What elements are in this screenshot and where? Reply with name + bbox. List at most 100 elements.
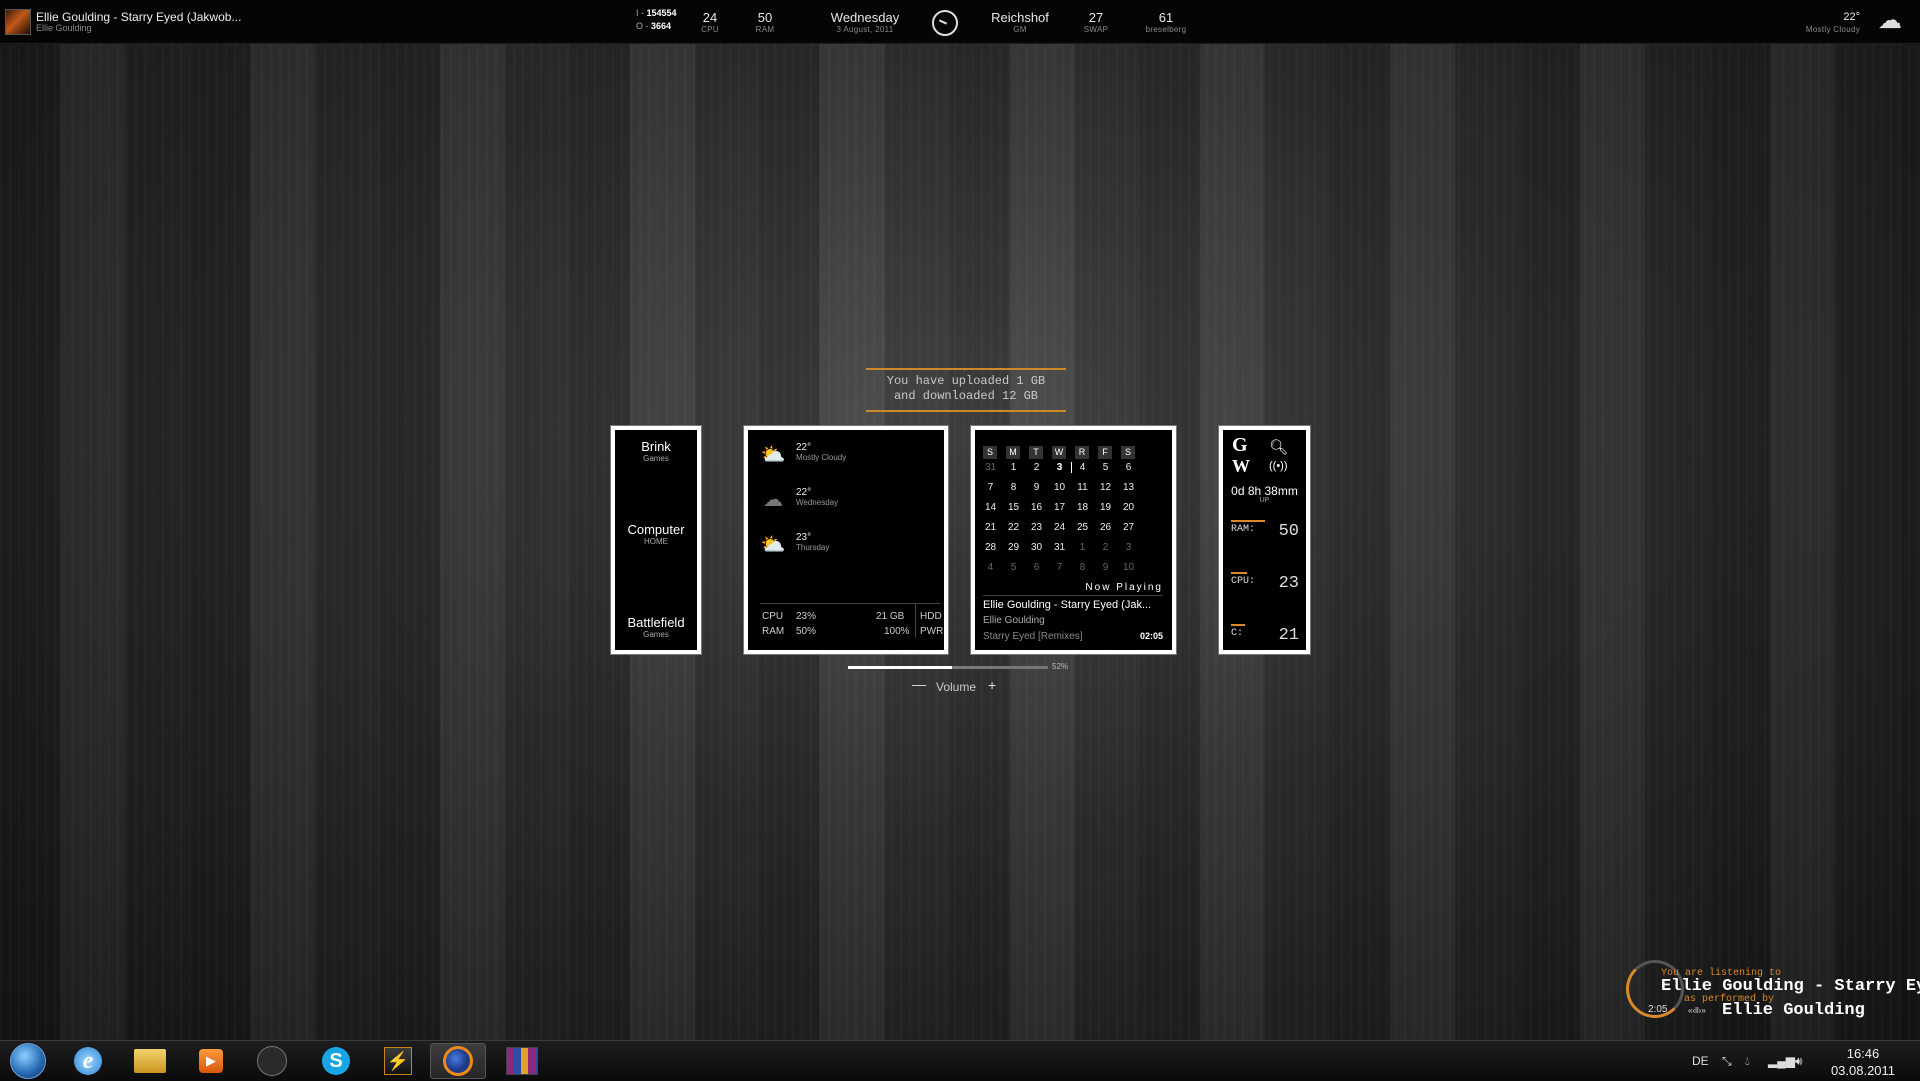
calendar-day[interactable]: 25 xyxy=(1071,522,1094,533)
now-playing-artist: Ellie Goulding xyxy=(983,615,1045,626)
start-button[interactable] xyxy=(0,1043,56,1079)
taskbar-media-player[interactable]: ▶ xyxy=(183,1043,239,1079)
cpu-label: CPU xyxy=(762,611,784,622)
calendar-day[interactable]: 31 xyxy=(979,462,1002,473)
network-signal-icon[interactable]: ▂▄▆ xyxy=(1768,1054,1795,1068)
system-stats: CPU 23% RAM 50% 21 GB 100% HDD PWR xyxy=(760,603,943,638)
tray-clock[interactable]: 16:46 03.08.2011 xyxy=(1818,1045,1908,1079)
calendar-day[interactable]: 3 xyxy=(1048,462,1072,473)
calendar-day[interactable]: 7 xyxy=(979,482,1002,493)
topbar-location: 61 breselberg xyxy=(1140,10,1192,35)
launcher-computer[interactable]: Computer HOME xyxy=(615,523,697,547)
user-sub: GM xyxy=(1013,25,1027,34)
taskbar-winamp[interactable]: ⚡ xyxy=(370,1043,426,1079)
calendar-day[interactable]: 18 xyxy=(1071,502,1094,513)
search-icon[interactable]: 🔍︎ xyxy=(1269,438,1288,456)
taskbar-skype[interactable]: S xyxy=(308,1043,364,1079)
calendar-day[interactable]: 28 xyxy=(979,542,1002,553)
calendar-day[interactable]: 24 xyxy=(1048,522,1071,533)
taskbar-steam[interactable] xyxy=(244,1043,300,1079)
calendar-day[interactable]: 5 xyxy=(1002,562,1025,573)
calendar-day[interactable]: 5 xyxy=(1094,462,1117,473)
calendar-day[interactable]: 14 xyxy=(979,502,1002,513)
network-traffic: I - 154554 O - 3664 xyxy=(636,7,677,33)
calendar-day[interactable]: 20 xyxy=(1117,502,1140,513)
topbar-weather: 22° Mostly Cloudy xyxy=(1806,10,1860,35)
calendar-day[interactable]: 8 xyxy=(1071,562,1094,573)
sysmon-panel: G 🔍︎ W ((•)) 0d 8h 38mm UP RAM: 50 CPU: … xyxy=(1219,426,1310,654)
calendar-day[interactable]: 26 xyxy=(1094,522,1117,533)
folder-icon xyxy=(134,1049,166,1073)
calendar-day[interactable]: 17 xyxy=(1048,502,1071,513)
calendar-day[interactable]: 2 xyxy=(1025,462,1048,473)
calendar-day[interactable]: 9 xyxy=(1094,562,1117,573)
calendar-day[interactable]: 23 xyxy=(1025,522,1048,533)
now-playing-header: Now Playing xyxy=(1085,582,1163,593)
net-in-value: 154554 xyxy=(646,8,677,18)
calendar-day[interactable]: 6 xyxy=(1117,462,1140,473)
topbar-user: Reichshof GM xyxy=(980,10,1060,35)
drop-icon[interactable]: 💧︎ xyxy=(1745,1054,1750,1069)
volume-slider[interactable] xyxy=(848,666,1048,669)
calendar-day[interactable]: 7 xyxy=(1048,562,1071,573)
calendar-day[interactable]: 21 xyxy=(979,522,1002,533)
arrow-icon[interactable]: ⤡ xyxy=(1722,1054,1732,1069)
now-playing-album: Starry Eyed [Remixes] xyxy=(983,631,1083,642)
calendar-day[interactable]: 2 xyxy=(1094,542,1117,553)
weather-desc: Mostly Cloudy xyxy=(1805,25,1860,34)
wikipedia-icon[interactable]: W xyxy=(1232,456,1250,477)
calendar-day[interactable]: 12 xyxy=(1094,482,1117,493)
cloud-icon: ☁ xyxy=(1878,7,1902,34)
volume-up-button[interactable]: + xyxy=(988,677,996,693)
pwr-value: 100% xyxy=(884,626,910,637)
calendar-day[interactable]: 3 xyxy=(1117,542,1140,553)
taskbar-file-explorer[interactable] xyxy=(122,1043,178,1079)
language-indicator[interactable]: DE xyxy=(1692,1054,1709,1068)
calendar-day[interactable]: 22 xyxy=(1002,522,1025,533)
launcher-battlefield[interactable]: Battlefield Games xyxy=(615,616,697,640)
volume-percent: 52% xyxy=(1052,662,1069,671)
speaker-icon[interactable]: 🔊︎ xyxy=(1795,1054,1803,1069)
album-art[interactable] xyxy=(5,9,31,35)
volume-fill xyxy=(848,666,952,669)
calendar-day[interactable]: 11 xyxy=(1071,482,1094,493)
weekday-header: M xyxy=(1006,446,1020,459)
calendar-header: SMTWRFS xyxy=(983,442,1144,460)
calendar-day[interactable]: 1 xyxy=(1071,542,1094,553)
calendar-day[interactable]: 19 xyxy=(1094,502,1117,513)
topbar-track-title[interactable]: Ellie Goulding - Starry Eyed (Jakwob... xyxy=(36,10,241,24)
calendar-day[interactable]: 15 xyxy=(1002,502,1025,513)
volume-label: Volume xyxy=(936,680,977,694)
calendar-day[interactable]: 13 xyxy=(1117,482,1140,493)
wireless-icon[interactable]: ((•)) xyxy=(1269,460,1288,472)
firefox-icon xyxy=(443,1046,473,1076)
calendar-day[interactable]: 16 xyxy=(1025,502,1048,513)
calendar-day[interactable]: 8 xyxy=(1002,482,1025,493)
weekday-header: R xyxy=(1075,446,1089,459)
clock-icon[interactable] xyxy=(932,10,958,36)
calendar-day[interactable]: 31 xyxy=(1048,542,1071,553)
launcher-brink[interactable]: Brink Games xyxy=(615,440,697,464)
calendar-day[interactable]: 30 xyxy=(1025,542,1048,553)
calendar-day[interactable]: 27 xyxy=(1117,522,1140,533)
launcher-name: Brink xyxy=(641,439,671,454)
calendar-day[interactable]: 9 xyxy=(1025,482,1048,493)
calendar-day[interactable]: 10 xyxy=(1048,482,1071,493)
download-line: and downloaded 12 GB xyxy=(893,389,1039,403)
taskbar-firefox[interactable] xyxy=(430,1043,486,1079)
cpu-value: 23% xyxy=(796,611,817,622)
calendar-day[interactable]: 10 xyxy=(1117,562,1140,573)
forecast-temp: 23° xyxy=(796,532,812,543)
now-playing-track[interactable]: Ellie Goulding - Starry Eyed (Jak... xyxy=(983,599,1151,611)
calendar-day[interactable]: 1 xyxy=(1002,462,1025,473)
google-icon[interactable]: G xyxy=(1232,434,1248,457)
taskbar-winrar[interactable] xyxy=(494,1043,550,1079)
calendar-day[interactable]: 4 xyxy=(1071,462,1094,473)
volume-down-button[interactable]: — xyxy=(912,676,926,692)
date-full: 3 August, 2011 xyxy=(836,25,894,34)
taskbar-internet-explorer[interactable]: e xyxy=(60,1043,116,1079)
calendar-day[interactable]: 4 xyxy=(979,562,1002,573)
calendar-day[interactable]: 29 xyxy=(1002,542,1025,553)
calendar-day[interactable]: 6 xyxy=(1025,562,1048,573)
playback-controls[interactable]: «‹ll›» xyxy=(1688,1006,1706,1015)
